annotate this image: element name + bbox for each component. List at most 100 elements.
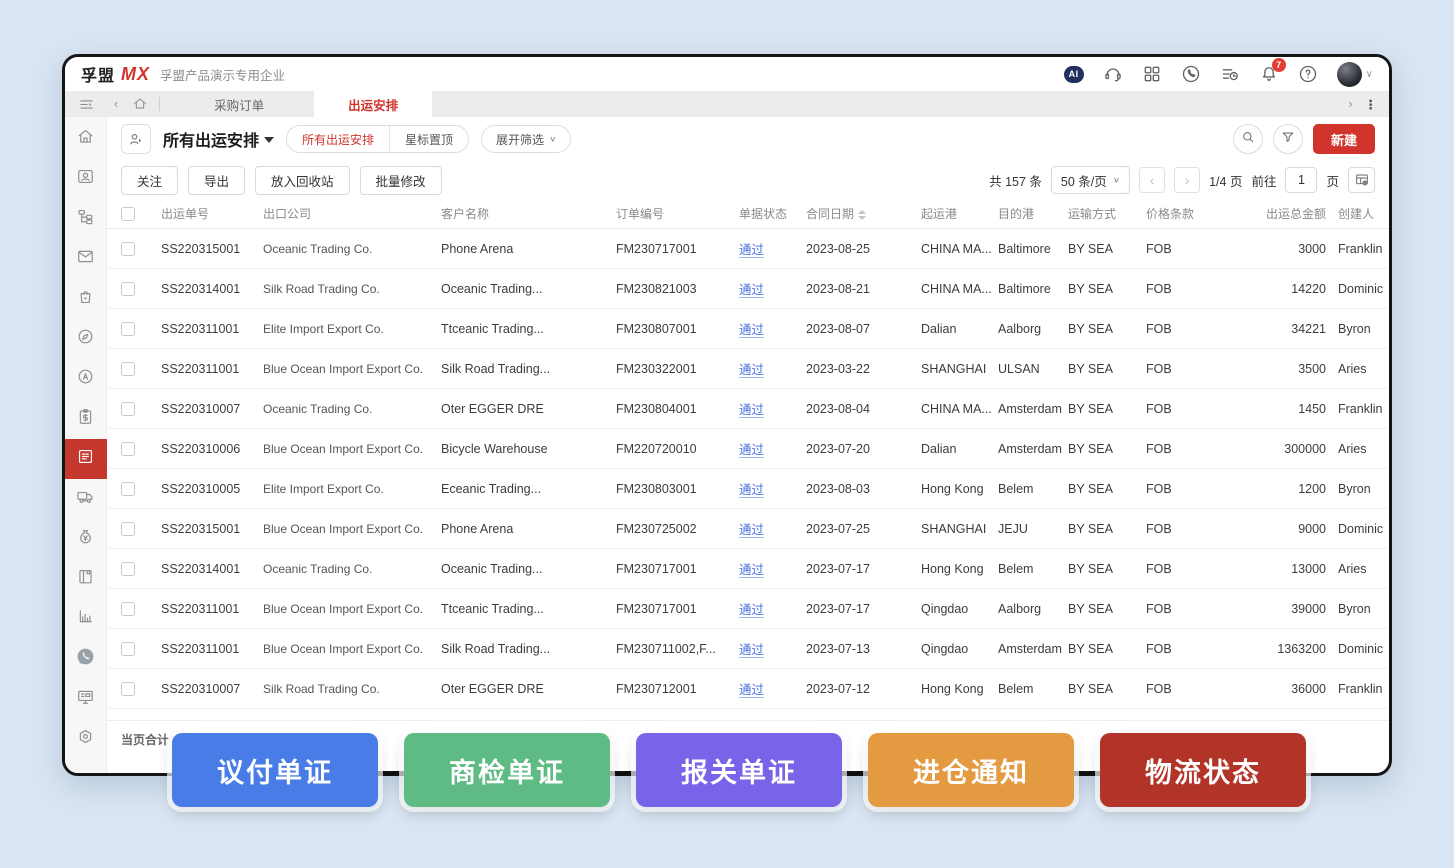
recycle-bin-button[interactable]: 放入回收站	[255, 166, 350, 195]
sidebar-item-workbench[interactable]	[65, 679, 107, 719]
tab-shipping-arrangement[interactable]: 出运安排	[314, 91, 432, 117]
follow-button[interactable]: 关注	[121, 166, 178, 195]
menu-collapse-icon[interactable]	[65, 91, 107, 117]
sidebar-item-home[interactable]	[65, 119, 107, 159]
tab-more-icon[interactable]: ⋮	[1365, 97, 1378, 112]
sidebar-item-quotation[interactable]	[65, 399, 107, 439]
flow-button-logistics-status[interactable]: 物流状态	[1100, 733, 1306, 807]
total-count: 共 157 条	[989, 171, 1042, 190]
row-checkbox[interactable]	[121, 441, 161, 456]
cell-shipment-no: SS220314001	[161, 282, 263, 296]
status-link[interactable]: 通过	[739, 323, 764, 338]
row-checkbox[interactable]	[121, 521, 161, 536]
status-link[interactable]: 通过	[739, 643, 764, 658]
task-list-icon[interactable]	[1220, 64, 1240, 84]
row-checkbox[interactable]	[121, 641, 161, 656]
row-checkbox[interactable]	[121, 321, 161, 336]
filter-starred-top[interactable]: 星标置顶	[389, 126, 468, 152]
sidebar-item-reports[interactable]	[65, 599, 107, 639]
page-size-select[interactable]: 50 条/页 ∨	[1051, 166, 1130, 194]
row-checkbox[interactable]	[121, 401, 161, 416]
sort-icon[interactable]	[858, 210, 866, 220]
tabbar-right: › ⋮	[1348, 91, 1389, 117]
export-button[interactable]: 导出	[188, 166, 245, 195]
row-checkbox[interactable]	[121, 601, 161, 616]
status-link[interactable]: 通过	[739, 443, 764, 458]
sidebar-item-settings[interactable]	[65, 719, 107, 759]
flow-button-negotiation-docs[interactable]: 议付单证	[172, 733, 378, 807]
header-customer: 客户名称	[441, 205, 616, 222]
sidebar-item-compass[interactable]	[65, 319, 107, 359]
sidebar-item-ledger[interactable]	[65, 559, 107, 599]
cell-transport-mode: BY SEA	[1068, 562, 1146, 576]
tab-purchase-orders[interactable]: 采购订单	[164, 91, 314, 117]
sidebar-item-contacts[interactable]	[65, 159, 107, 199]
bell-icon[interactable]: 7	[1259, 64, 1279, 84]
page-unit: 页	[1326, 171, 1339, 190]
cell-transport-mode: BY SEA	[1068, 522, 1146, 536]
status-link[interactable]: 通过	[739, 683, 764, 698]
status-link[interactable]: 通过	[739, 283, 764, 298]
status-link[interactable]: 通过	[739, 483, 764, 498]
sidebar-item-target-a[interactable]	[65, 359, 107, 399]
flow-button-customs-docs[interactable]: 报关单证	[636, 733, 842, 807]
home-nav-icon[interactable]	[125, 91, 155, 117]
owner-filter-button[interactable]	[121, 124, 151, 154]
flow-button-warehouse-notice[interactable]: 进仓通知	[868, 733, 1074, 807]
next-page-button[interactable]: ›	[1174, 167, 1200, 193]
row-checkbox[interactable]	[121, 361, 161, 376]
row-checkbox[interactable]	[121, 681, 161, 696]
filter-funnel-button[interactable]	[1273, 124, 1303, 154]
sidebar-item-orders[interactable]	[65, 279, 107, 319]
shipping-doc-icon	[76, 447, 95, 471]
select-all-checkbox[interactable]	[121, 206, 161, 221]
filter-all-shipments[interactable]: 所有出运安排	[287, 126, 389, 152]
cell-destination-port: Amsterdam	[998, 642, 1068, 656]
help-icon[interactable]	[1298, 64, 1318, 84]
prev-page-button[interactable]: ‹	[1139, 167, 1165, 193]
cell-order-no: FM220720010	[616, 442, 739, 456]
cell-status: 通过	[739, 479, 806, 498]
view-selector[interactable]: 所有出运安排	[163, 127, 274, 151]
row-checkbox[interactable]	[121, 241, 161, 256]
status-link[interactable]: 通过	[739, 603, 764, 618]
sidebar-item-finance[interactable]	[65, 519, 107, 559]
apps-grid-icon[interactable]	[1142, 64, 1162, 84]
cell-port-of-loading: Qingdao	[921, 642, 998, 656]
avatar[interactable]	[1337, 62, 1362, 87]
header-status: 单据状态	[739, 205, 806, 222]
goto-page-input[interactable]	[1285, 167, 1317, 193]
user-menu[interactable]: ∨	[1337, 62, 1373, 87]
sidebar-item-shipping-doc[interactable]	[65, 439, 107, 479]
status-link[interactable]: 通过	[739, 523, 764, 538]
cell-transport-mode: BY SEA	[1068, 642, 1146, 656]
status-link[interactable]: 通过	[739, 403, 764, 418]
cell-status: 通过	[739, 639, 806, 658]
tabs-scroll-right-icon[interactable]: ›	[1348, 97, 1352, 111]
phone-icon[interactable]	[1181, 64, 1201, 84]
row-checkbox[interactable]	[121, 481, 161, 496]
sidebar-item-logistics[interactable]	[65, 479, 107, 519]
search-button[interactable]	[1233, 124, 1263, 154]
status-link[interactable]: 通过	[739, 363, 764, 378]
row-checkbox[interactable]	[121, 561, 161, 576]
sidebar-item-whatsapp[interactable]	[65, 639, 107, 679]
cell-contract-date: 2023-07-20	[806, 442, 921, 456]
cell-shipment-no: SS220315001	[161, 242, 263, 256]
status-link[interactable]: 通过	[739, 563, 764, 578]
back-chevron-icon[interactable]: ‹	[107, 91, 125, 117]
row-checkbox[interactable]	[121, 281, 161, 296]
batch-edit-button[interactable]: 批量修改	[360, 166, 442, 195]
flow-button-inspection-docs[interactable]: 商检单证	[404, 733, 610, 807]
status-link[interactable]: 通过	[739, 243, 764, 258]
sidebar-item-mail[interactable]	[65, 239, 107, 279]
expand-filter-button[interactable]: 展开筛选 ∨	[481, 125, 571, 153]
sidebar-item-org-chart[interactable]	[65, 199, 107, 239]
quotation-icon	[76, 407, 95, 431]
cell-shipment-no: SS220311001	[161, 322, 263, 336]
cell-creator: Byron	[1338, 602, 1392, 616]
create-button[interactable]: 新建	[1313, 124, 1375, 154]
headset-icon[interactable]	[1103, 64, 1123, 84]
column-settings-icon[interactable]	[1348, 167, 1375, 193]
ai-badge[interactable]: AI	[1064, 64, 1084, 84]
